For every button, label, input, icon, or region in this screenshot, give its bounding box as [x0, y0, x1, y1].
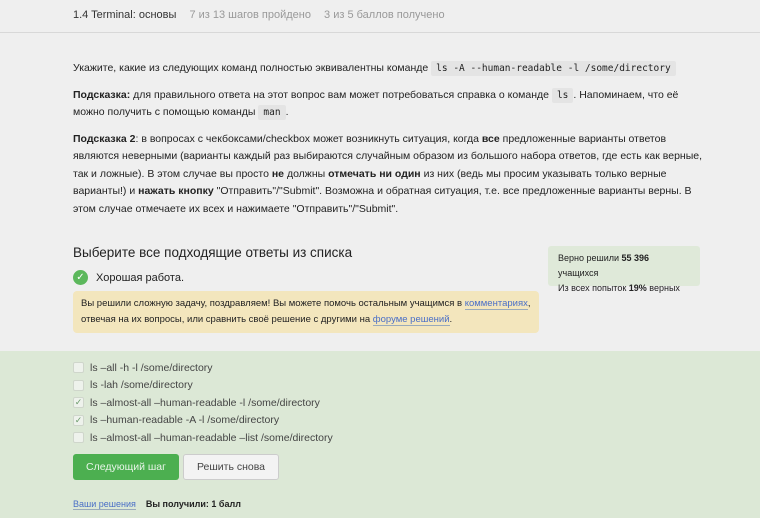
- hint2-text: : в вопросах с чекбоксами/checkbox может…: [135, 132, 482, 145]
- result-text: Хорошая работа.: [96, 271, 185, 284]
- hint2-text: должны: [284, 167, 329, 180]
- hint1-label: Подсказка:: [73, 88, 131, 101]
- command-code: ls -A --human-readable -l /some/director…: [431, 61, 676, 76]
- note-text: Вы решили сложную задачу, поздравляем! В…: [81, 298, 465, 309]
- option-2[interactable]: ls -lah /some/directory: [73, 377, 333, 395]
- hint2-label: Подсказка 2: [73, 132, 136, 145]
- hint1-text: для правильного ответа на этот вопрос ва…: [130, 88, 552, 101]
- footer: Ваши решения Вы получили: 1 балл: [73, 499, 241, 510]
- stats-text: учащихся: [558, 268, 599, 278]
- stats-text: Из всех попыток: [558, 283, 629, 293]
- option-label: ls –almost-all –human-readable –list /so…: [90, 431, 333, 444]
- points-progress: 3 из 5 баллов получено: [324, 9, 445, 21]
- option-label: ls -lah /some/directory: [90, 379, 193, 392]
- success-rate: 19%: [628, 283, 647, 293]
- options-list: ls –all -h -l /some/directory ls -lah /s…: [73, 359, 333, 447]
- option-5[interactable]: ls –almost-all –human-readable –list /so…: [73, 429, 333, 447]
- steps-progress: 7 из 13 шагов пройдено: [189, 9, 311, 21]
- hint2-bold: отмечать ни один: [328, 167, 421, 180]
- option-4[interactable]: ✓ ls –human-readable -A -l /some/director…: [73, 412, 333, 430]
- stats-text: верных: [646, 283, 680, 293]
- option-label: ls –all -h -l /some/directory: [90, 361, 213, 374]
- option-1[interactable]: ls –all -h -l /some/directory: [73, 359, 333, 377]
- ls-code: ls: [551, 87, 574, 103]
- hint2-bold: не: [271, 167, 285, 180]
- option-label: ls –almost-all –human-readable -l /some/…: [90, 396, 320, 409]
- score-label: Вы получили:: [145, 499, 209, 509]
- checkbox[interactable]: [73, 432, 84, 444]
- comments-link[interactable]: комментариях: [464, 298, 528, 310]
- result-message: ✓ Хорошая работа.: [73, 270, 184, 285]
- option-3[interactable]: ✓ ls –almost-all –human-readable -l /some…: [73, 394, 333, 412]
- solutions-forum-link[interactable]: форуме решений: [372, 314, 450, 326]
- checkbox-checked[interactable]: ✓: [73, 414, 84, 426]
- lesson-title[interactable]: 1.4 Terminal: основы: [73, 9, 176, 21]
- quiz-title: Выберите все подходящие ответы из списка: [73, 245, 353, 260]
- note-text: .: [449, 314, 453, 325]
- option-label: ls –human-readable -A -l /some/directory: [90, 414, 280, 427]
- congrats-note: Вы решили сложную задачу, поздравляем! В…: [73, 291, 539, 333]
- stats-text: Верно решили: [558, 253, 622, 263]
- check-circle-icon: ✓: [73, 270, 88, 285]
- lesson-header: 1.4 Terminal: основы 7 из 13 шагов пройд…: [0, 0, 760, 33]
- hint2-bold: все: [481, 132, 500, 145]
- stats-box: Верно решили 55 396 учащихся Из всех поп…: [548, 246, 700, 293]
- score-value: 1 балл: [211, 499, 241, 509]
- solved-count: 55 396: [621, 253, 650, 263]
- next-step-button[interactable]: Следующий шаг: [73, 454, 179, 480]
- question-prefix: Укажите, какие из следующих команд полно…: [73, 62, 432, 74]
- question-text: Укажите, какие из следующих команд полно…: [73, 60, 703, 227]
- man-code: man: [258, 105, 286, 120]
- hint1-text: .: [285, 106, 289, 118]
- checkbox-checked[interactable]: ✓: [73, 397, 84, 409]
- your-solutions-link[interactable]: Ваши решения: [73, 499, 136, 510]
- solve-again-button[interactable]: Решить снова: [183, 454, 279, 480]
- checkbox[interactable]: [73, 362, 84, 374]
- hint2-bold: нажать кнопку: [138, 185, 214, 197]
- checkbox[interactable]: [73, 379, 84, 391]
